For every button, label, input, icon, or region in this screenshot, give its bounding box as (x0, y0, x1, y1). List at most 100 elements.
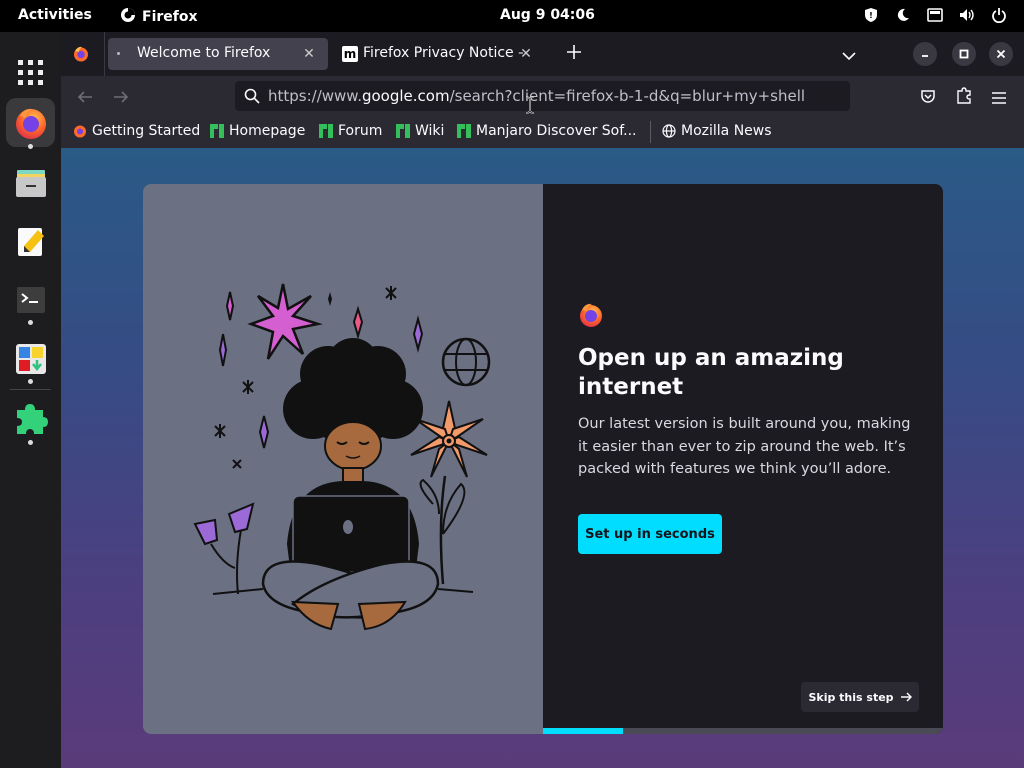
dock-software[interactable] (6, 334, 55, 383)
new-tab-button[interactable] (566, 44, 582, 64)
tab-privacy-notice[interactable]: m Firefox Privacy Notice — ✕ (333, 38, 549, 70)
close-icon (996, 49, 1006, 59)
onboarding-progress (543, 728, 943, 734)
onboarding-text-panel: Open up an amazing internet Our latest v… (543, 184, 943, 734)
url-text[interactable]: https://www.google.com/search?client=fir… (268, 87, 805, 105)
minimize-icon (922, 55, 928, 57)
activities-button[interactable]: Activities (18, 7, 92, 23)
tab-label: Welcome to Firefox (137, 45, 271, 61)
bookmark-label: Manjaro Discover Sof... (476, 123, 637, 139)
files-icon (15, 169, 46, 197)
text-editor-icon (17, 227, 44, 256)
shield-icon[interactable]: ! (862, 6, 880, 24)
illustration-panel (143, 184, 543, 734)
clock[interactable]: Aug 9 04:06 (500, 7, 595, 23)
maximize-button[interactable] (952, 42, 976, 66)
bookmark-forum[interactable]: Forum (319, 123, 382, 139)
bookmark-getting-started[interactable]: Getting Started (73, 123, 200, 139)
dock-text-editor[interactable] (6, 217, 55, 266)
minimize-button[interactable] (913, 42, 937, 66)
url-bar[interactable]: https://www.google.com/search?client=fir… (235, 81, 850, 111)
firefox-icon (15, 108, 46, 139)
dock (0, 32, 61, 768)
app-menu-label: Firefox (142, 9, 198, 25)
tab-divider (104, 32, 105, 76)
pocket-button[interactable] (920, 88, 936, 108)
firefox-icon (74, 46, 88, 62)
url-path: /search?client=firefox-b-1-d&q=blur+my+s… (449, 87, 806, 105)
chevron-down-icon (842, 52, 856, 61)
software-icon (15, 343, 46, 374)
bookmark-label: Wiki (415, 123, 445, 139)
back-arrow-icon (77, 91, 92, 103)
bookmark-homepage[interactable]: Homepage (210, 123, 305, 139)
app-grid-button[interactable] (6, 48, 55, 97)
bookmark-wiki[interactable]: Wiki (396, 123, 444, 139)
close-tab-icon[interactable]: ✕ (517, 45, 535, 63)
bookmark-label: Forum (338, 123, 383, 139)
onboarding-headline: Open up an amazing internet (578, 345, 844, 400)
power-icon[interactable] (990, 6, 1008, 24)
system-tray[interactable]: ! (862, 6, 1008, 24)
puzzle-icon (957, 87, 971, 104)
url-prefix: https://www. (268, 87, 362, 105)
onboarding-body: Our latest version is built around you, … (578, 416, 911, 477)
text-cursor-icon (525, 96, 535, 114)
close-tab-icon[interactable]: ✕ (300, 45, 318, 63)
page-content: Open up an amazing internet Our latest v… (61, 148, 1024, 768)
bookmarks-toolbar: Getting Started Homepage Forum Wiki Manj… (61, 116, 1024, 148)
nav-bar: https://www.google.com/search?client=fir… (61, 76, 1024, 116)
svg-text:!: ! (869, 11, 873, 20)
skip-label: Skip this step (808, 690, 894, 704)
hamburger-icon (992, 92, 1006, 104)
bookmark-separator (650, 121, 651, 143)
person-with-laptop-illustration (193, 283, 491, 631)
back-button[interactable] (77, 89, 93, 108)
dock-extensions[interactable] (6, 394, 55, 443)
dock-firefox[interactable] (6, 98, 55, 147)
screen-icon[interactable] (926, 6, 944, 24)
extensions-button[interactable] (956, 87, 972, 109)
firefox-logo-icon (580, 303, 602, 327)
app-menu[interactable]: Firefox (120, 7, 198, 27)
running-indicator (28, 144, 33, 149)
tab-welcome[interactable]: Welcome to Firefox ✕ (108, 38, 328, 70)
forward-button[interactable] (113, 89, 129, 108)
running-indicator (28, 379, 33, 384)
plus-icon (567, 45, 581, 59)
app-grid-icon (17, 59, 43, 85)
bookmark-manjaro-discover[interactable]: Manjaro Discover Sof... (457, 123, 637, 139)
running-indicator (28, 440, 33, 445)
running-indicator (28, 320, 33, 325)
dock-terminal[interactable] (6, 275, 55, 324)
list-all-tabs-button[interactable] (842, 46, 856, 65)
bookmark-label: Getting Started (92, 123, 201, 139)
bookmark-mozilla-news[interactable]: Mozilla News (662, 123, 772, 139)
close-window-button[interactable] (989, 42, 1013, 66)
night-light-icon[interactable] (894, 6, 912, 24)
firefox-icon (74, 125, 86, 138)
mozilla-favicon-icon: m (342, 46, 358, 62)
firefox-view-button[interactable] (73, 46, 89, 66)
extensions-icon (16, 403, 48, 434)
setup-button[interactable]: Set up in seconds (578, 514, 722, 554)
dock-files[interactable] (6, 158, 55, 207)
firefox-icon (120, 7, 136, 27)
terminal-icon (16, 286, 45, 313)
skip-step-button[interactable]: Skip this step (801, 682, 919, 712)
manjaro-icon (396, 124, 410, 138)
firefox-window: Welcome to Firefox ✕ m Firefox Privacy N… (61, 32, 1024, 768)
bookmark-label: Homepage (229, 123, 306, 139)
progress-fill (543, 728, 623, 734)
maximize-icon (959, 49, 969, 59)
manjaro-icon (210, 124, 224, 138)
app-menu-button[interactable] (992, 89, 1006, 108)
tab-favicon (117, 52, 120, 55)
bookmark-label: Mozilla News (681, 123, 772, 139)
arrow-right-icon (900, 692, 912, 702)
volume-icon[interactable] (958, 6, 976, 24)
tab-bar: Welcome to Firefox ✕ m Firefox Privacy N… (61, 32, 1024, 76)
manjaro-icon (319, 124, 333, 138)
top-bar: Activities Firefox Aug 9 04:06 ! (0, 0, 1024, 32)
dock-separator (10, 389, 51, 390)
